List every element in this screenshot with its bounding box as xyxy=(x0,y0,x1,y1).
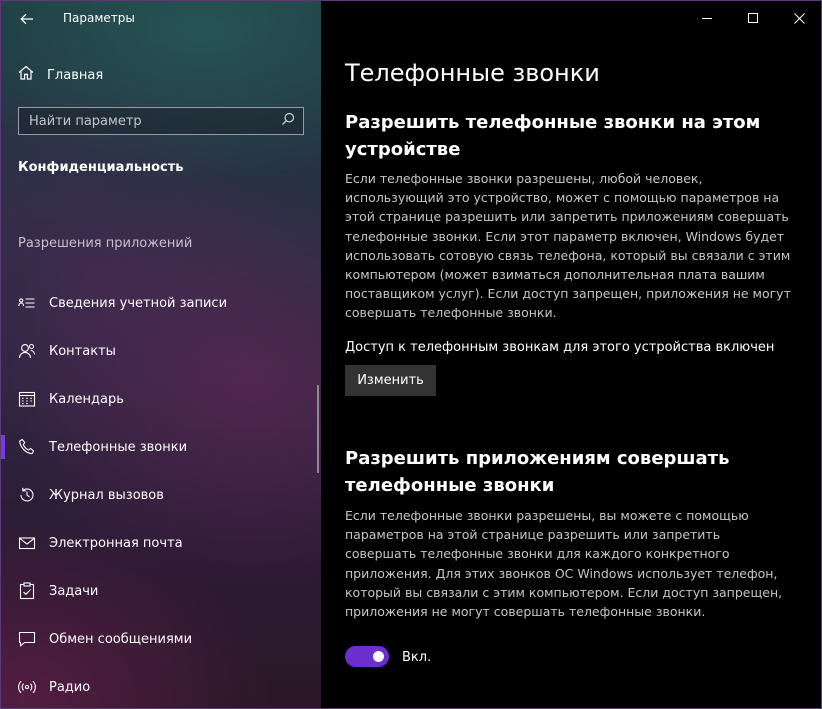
main-content: Телефонные звонки Разрешить телефонные з… xyxy=(321,1,821,708)
sidebar-item-label: Задачи xyxy=(49,583,99,599)
sidebar-item-radio[interactable]: Радио xyxy=(1,663,321,708)
sidebar-item-label: Главная xyxy=(47,67,104,83)
sidebar-item-label: Электронная почта xyxy=(49,535,183,551)
sidebar: Параметры Главная Конфиденциальность Раз… xyxy=(1,1,321,708)
sidebar-item-home[interactable]: Главная xyxy=(17,63,103,87)
email-icon xyxy=(18,534,36,552)
sidebar-item-label: Сведения учетной записи xyxy=(49,295,228,311)
toggle-knob xyxy=(373,651,384,662)
apps-section-description: Если телефонные звонки разрешены, вы мож… xyxy=(345,508,783,620)
phone-icon xyxy=(18,438,36,456)
contacts-icon xyxy=(18,342,36,360)
settings-window: Параметры Главная Конфиденциальность Раз… xyxy=(0,0,822,709)
radio-icon xyxy=(18,678,36,696)
search-box[interactable] xyxy=(18,107,304,135)
sidebar-item-label: Контакты xyxy=(49,343,116,359)
search-icon[interactable] xyxy=(281,112,295,130)
page-title: Телефонные звонки xyxy=(345,59,600,87)
sidebar-item-call-history[interactable]: Журнал вызовов xyxy=(1,471,321,519)
calendar-icon xyxy=(18,390,36,408)
search-input[interactable] xyxy=(29,113,281,129)
sidebar-item-contacts[interactable]: Контакты xyxy=(1,327,321,375)
sidebar-nav-list: Сведения учетной записи Контакты Календа… xyxy=(1,279,321,708)
messaging-icon xyxy=(18,630,36,648)
apps-section-heading: Разрешить приложениям совершать телефонн… xyxy=(345,448,730,496)
sidebar-item-label: Обмен сообщениями xyxy=(49,631,193,647)
sidebar-scrollbar[interactable] xyxy=(317,385,319,473)
call-history-icon xyxy=(18,486,36,504)
change-button[interactable]: Изменить xyxy=(345,365,436,396)
sidebar-item-phone-calls[interactable]: Телефонные звонки xyxy=(1,423,321,471)
sidebar-item-tasks[interactable]: Задачи xyxy=(1,567,321,615)
sidebar-item-email[interactable]: Электронная почта xyxy=(1,519,321,567)
sidebar-item-label: Радио xyxy=(49,679,91,695)
sidebar-item-label: Календарь xyxy=(49,391,124,407)
sidebar-item-label: Журнал вызовов xyxy=(49,487,164,503)
device-section-heading: Разрешить телефонные звонки на этом устр… xyxy=(345,112,761,160)
tasks-icon xyxy=(18,582,36,600)
sidebar-item-label: Телефонные звонки xyxy=(49,439,188,455)
account-info-icon xyxy=(18,294,36,312)
device-section-description: Если телефонные звонки разрешены, любой … xyxy=(345,171,791,321)
app-title: Параметры xyxy=(63,11,135,25)
group-header: Разрешения приложений xyxy=(18,236,193,251)
device-access-status: Доступ к телефонным звонкам для этого ус… xyxy=(345,340,775,355)
sidebar-item-account-info[interactable]: Сведения учетной записи xyxy=(1,279,321,327)
back-button[interactable] xyxy=(13,7,41,31)
back-arrow-icon xyxy=(20,13,33,25)
home-icon xyxy=(17,64,35,86)
toggle-state-label: Вкл. xyxy=(402,650,432,665)
sidebar-item-messaging[interactable]: Обмен сообщениями xyxy=(1,615,321,663)
sidebar-item-calendar[interactable]: Календарь xyxy=(1,375,321,423)
apps-phone-calls-toggle[interactable] xyxy=(345,646,389,667)
section-title: Конфиденциальность xyxy=(18,160,184,175)
